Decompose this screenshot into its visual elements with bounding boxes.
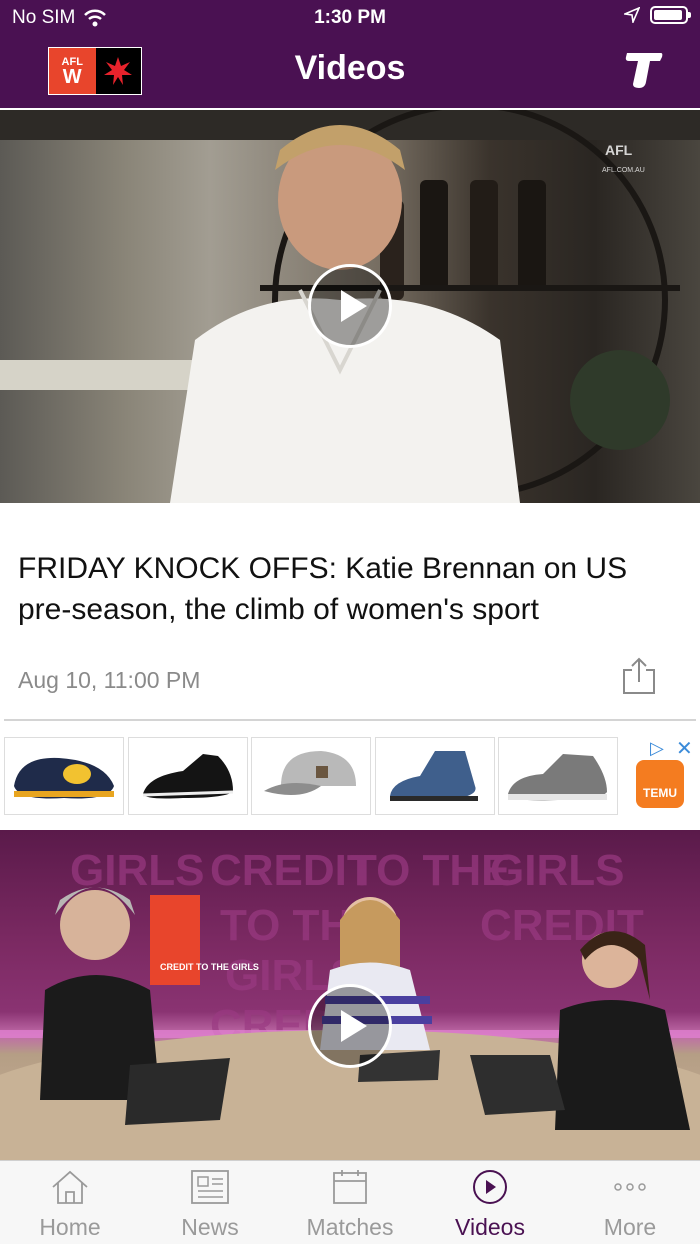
app-header: No SIM 1:30 PM AFL W Videos bbox=[0, 0, 700, 108]
ad-product-sneaker[interactable] bbox=[498, 737, 618, 815]
telstra-logo-icon[interactable] bbox=[624, 48, 664, 92]
status-bar: No SIM 1:30 PM bbox=[0, 0, 700, 36]
tab-more[interactable]: More bbox=[560, 1161, 700, 1244]
dress-shoe-icon bbox=[142, 754, 234, 799]
play-button[interactable] bbox=[308, 264, 392, 348]
ad-close-icon[interactable]: ✕ bbox=[676, 736, 693, 761]
video-thumbnail-2[interactable]: GIRLS CREDIT TO THE GIRLS TO THE CREDIT … bbox=[0, 830, 700, 1160]
tab-matches[interactable]: Matches bbox=[280, 1161, 420, 1244]
location-arrow-icon bbox=[624, 7, 640, 23]
ad-choices-icon[interactable]: ▷ bbox=[650, 738, 664, 759]
tab-label: Home bbox=[39, 1214, 101, 1240]
video-date: Aug 10, 11:00 PM bbox=[18, 667, 201, 693]
ad-product-dress-shoe[interactable] bbox=[128, 737, 248, 815]
cap-icon bbox=[264, 751, 356, 795]
bottom-tab-bar: Home News Matches Videos More bbox=[0, 1160, 700, 1244]
tab-label: Matches bbox=[306, 1214, 394, 1240]
sign-text: CREDIT TO THE GIRLS bbox=[160, 962, 259, 972]
play-circle-icon bbox=[473, 1170, 507, 1204]
divider bbox=[4, 719, 696, 721]
ad-product-boot[interactable] bbox=[375, 737, 495, 815]
tab-label: News bbox=[181, 1214, 239, 1240]
tab-videos[interactable]: Videos bbox=[420, 1161, 560, 1244]
news-icon bbox=[191, 1170, 229, 1204]
tab-label: More bbox=[603, 1214, 657, 1240]
tab-label: Videos bbox=[455, 1214, 525, 1240]
video-title[interactable]: FRIDAY KNOCK OFFS: Katie Brennan on US p… bbox=[18, 548, 688, 630]
tab-news[interactable]: News bbox=[140, 1161, 280, 1244]
more-dots-icon bbox=[614, 1183, 646, 1191]
backdrop-text: GIRLS bbox=[70, 846, 204, 895]
play-button-2[interactable] bbox=[308, 984, 392, 1068]
sneaker-icon bbox=[508, 754, 607, 801]
boot-icon bbox=[390, 751, 478, 801]
video-thumbnail[interactable]: AFL AFL.COM.AU bbox=[0, 110, 700, 503]
temu-brand: TEMU bbox=[643, 786, 677, 800]
ad-product-clog[interactable] bbox=[4, 737, 124, 815]
temu-logo[interactable]: TEMU bbox=[636, 760, 684, 808]
home-icon bbox=[52, 1170, 88, 1204]
afl-watermark: AFL bbox=[605, 142, 633, 158]
calendar-icon bbox=[333, 1170, 367, 1204]
backdrop-text: GIRLS bbox=[490, 846, 624, 895]
ad-banner[interactable] bbox=[0, 732, 700, 820]
tab-home[interactable]: Home bbox=[0, 1161, 140, 1244]
share-icon[interactable] bbox=[620, 656, 658, 696]
ad-product-cap[interactable] bbox=[251, 737, 371, 815]
page-title: Videos bbox=[294, 49, 406, 87]
battery-icon bbox=[650, 6, 691, 24]
afl-watermark-url: AFL.COM.AU bbox=[602, 167, 645, 174]
clock: 1:30 PM bbox=[314, 7, 386, 28]
clog-icon bbox=[14, 757, 114, 799]
backdrop-text: TO THE bbox=[350, 846, 511, 895]
